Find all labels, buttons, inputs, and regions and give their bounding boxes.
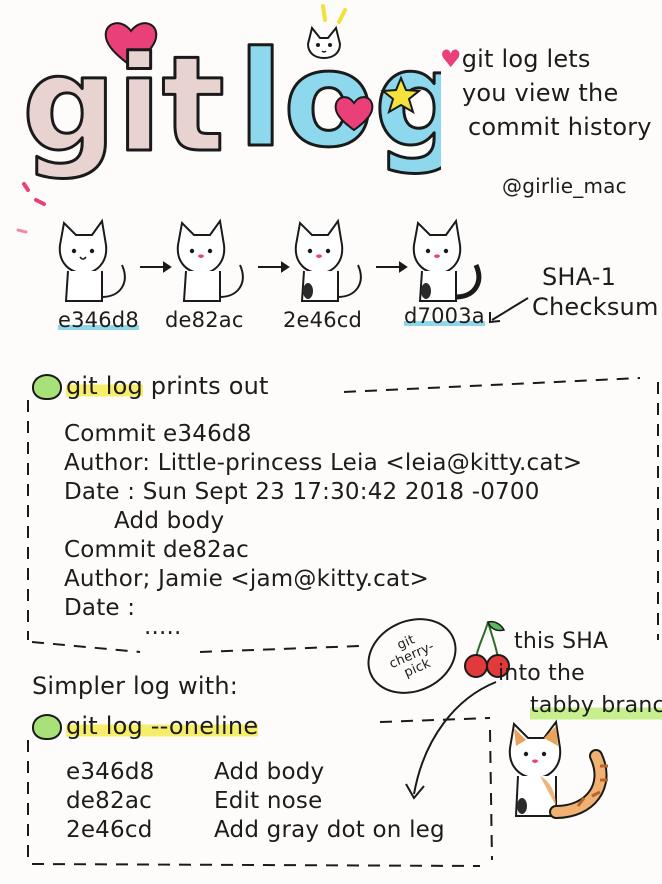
sha-label-4: d7003a [404, 304, 485, 328]
git-word-art: git [21, 30, 227, 184]
oneline-sha: e346d8 [66, 759, 155, 785]
log-line-author-2: Author; Jamie <jam@kitty.cat> [64, 566, 430, 592]
full-log-header: git log prints out [32, 372, 269, 400]
oneline-entry: de82ac Edit nose [66, 787, 445, 816]
simpler-log-intro: Simpler log with: [32, 672, 239, 700]
full-log-header-rest: prints out [150, 372, 269, 400]
git-log-command: git log [66, 372, 143, 400]
full-log-body: Commit e346d8 Author: Little-princess Le… [64, 420, 582, 642]
log-line-author-1: Author: Little-princess Leia <leia@kitty… [64, 450, 583, 476]
oneline-sha: de82ac [66, 788, 152, 814]
log-line-commit-1: Commit e346d8 [64, 421, 252, 447]
sha-label-1: e346d8 [58, 308, 139, 332]
git-log-oneline-command: git log --oneline [66, 712, 259, 740]
svg-text:git: git [22, 30, 225, 182]
oneline-entry: 2e46cd Add gray dot on leg [66, 816, 445, 845]
arrow-left-icon [489, 297, 529, 324]
intro-line-1: git log lets [461, 45, 591, 73]
commit-cats-row [40, 205, 540, 315]
log-line-commit-2: Commit de82ac [64, 537, 250, 563]
sha-label-3: 2e46cd [283, 308, 363, 332]
checksum-label: SHA-1 Checksum [532, 262, 659, 322]
log-line-message-1: Add body [114, 508, 225, 534]
oneline-entries: e346d8 Add body de82ac Edit nose 2e46cd Add… [66, 758, 445, 845]
oneline-sha: 2e46cd [66, 817, 153, 843]
intro-line-3: commit history [468, 113, 652, 141]
note-line-2: into the [498, 661, 585, 686]
log-word-art: log [237, 22, 442, 179]
title-area: git log [0, 0, 442, 190]
cat-badge-icon [32, 714, 62, 740]
intro-text: ♥git log lets you view the commit histor… [440, 42, 662, 144]
cat-badge-icon [32, 374, 62, 400]
oneline-header: git log --oneline [32, 712, 259, 740]
author-handle: @girlie_mac [502, 174, 627, 198]
oneline-message: Add body [214, 759, 325, 785]
log-line-date-1: Date : Sun Sept 23 17:30:42 2018 -0700 [64, 479, 540, 505]
intro-line-2: you view the [462, 79, 619, 107]
oneline-entry: e346d8 Add body [66, 758, 445, 787]
oneline-message: Edit nose [214, 788, 323, 814]
checksum-line-1: SHA-1 [542, 263, 617, 291]
cat-illustrations [58, 218, 482, 302]
sha-label-2: de82ac [165, 308, 244, 332]
checksum-line-2: Checksum [532, 293, 659, 321]
oneline-message: Add gray dot on leg [214, 817, 445, 843]
tabby-cat-icon [508, 719, 608, 819]
heart-icon: ♥ [440, 45, 462, 73]
note-line-1: this SHA [514, 629, 609, 654]
cherry-pick-note: this SHA into the tabby branch [498, 626, 662, 722]
